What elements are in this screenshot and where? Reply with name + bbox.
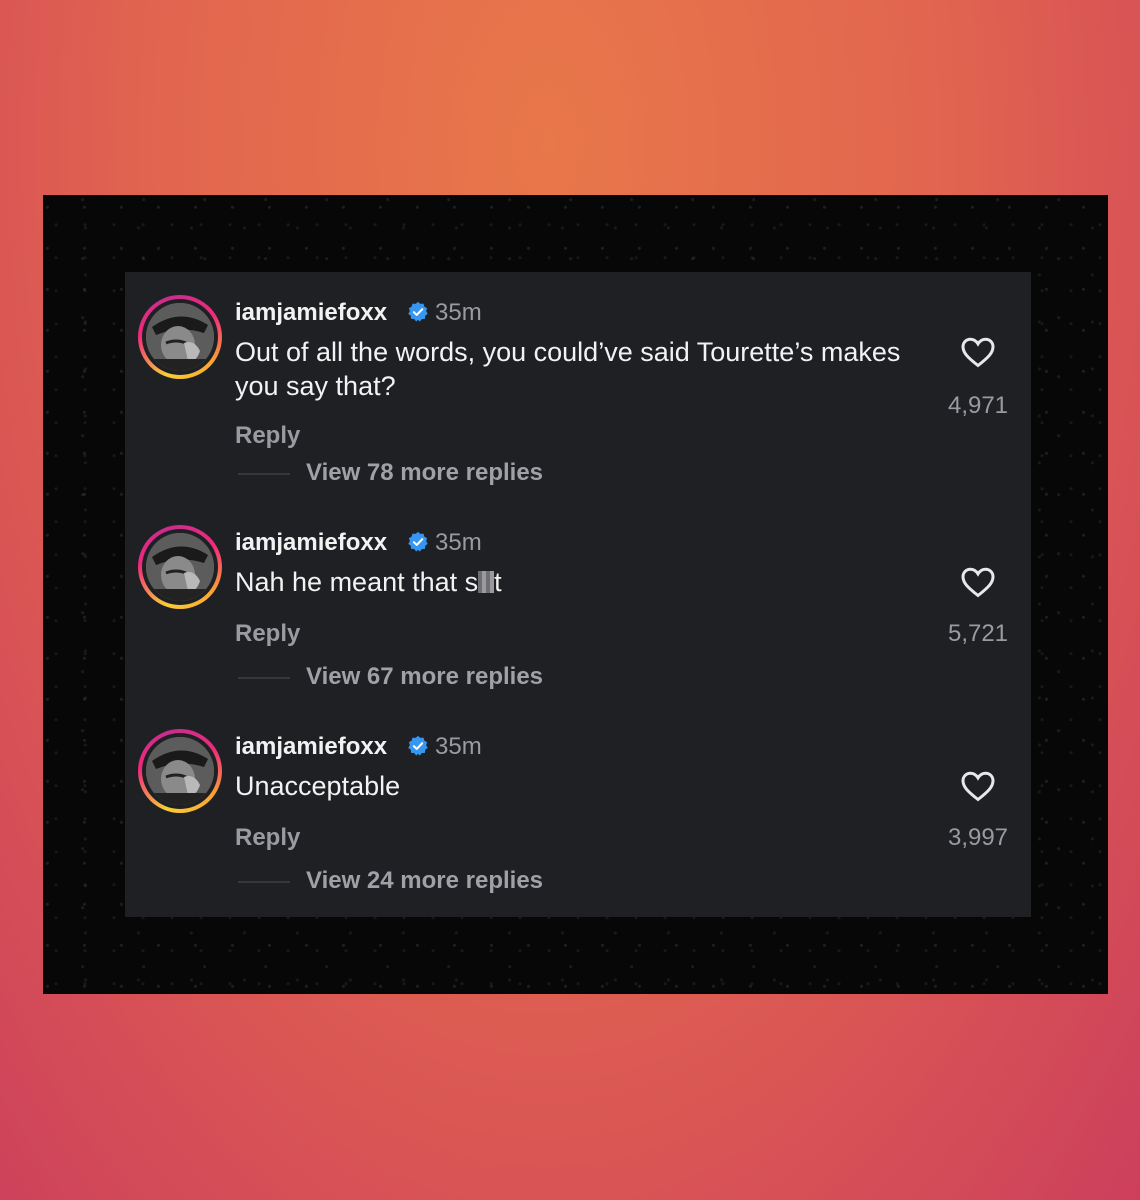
avatar-ring-gap: [142, 529, 218, 605]
view-replies-button[interactable]: View 67 more replies: [306, 663, 543, 691]
username[interactable]: iamjamiefoxx: [235, 299, 387, 327]
reply-button[interactable]: Reply: [235, 620, 300, 648]
like-count: 5,721: [947, 620, 1009, 647]
comment-1: iamjamiefoxx 35m Out of all the words, y…: [125, 272, 1031, 486]
comments-panel: iamjamiefoxx 35m Out of all the words, y…: [125, 272, 1031, 917]
comment-text-start: Nah he meant that s: [235, 567, 479, 597]
heart-outline-icon[interactable]: [960, 335, 996, 369]
comment-text-end: t: [494, 567, 502, 597]
thread-line: [238, 473, 290, 475]
avatar[interactable]: [138, 525, 222, 609]
avatar-photo: [146, 303, 214, 371]
verified-badge-icon: [408, 735, 428, 756]
avatar-ring-gap: [142, 299, 218, 375]
comment-text: Unacceptable: [235, 771, 401, 801]
comment-3: iamjamiefoxx 35m Unacceptable Reply View…: [125, 706, 1031, 896]
thread-line: [238, 881, 290, 883]
comment-time: 35m: [435, 299, 482, 326]
heart-outline-icon[interactable]: [960, 565, 996, 599]
reply-button[interactable]: Reply: [235, 422, 300, 450]
avatar-photo: [146, 737, 214, 805]
avatar[interactable]: [138, 729, 222, 813]
avatar[interactable]: [138, 295, 222, 379]
reply-button[interactable]: Reply: [235, 824, 300, 852]
verified-badge-icon: [408, 301, 428, 322]
comment-text: Nah he meant that s t: [235, 565, 935, 599]
censor-pixelation: [478, 571, 495, 593]
like-count: 3,997: [947, 824, 1009, 851]
comment-time: 35m: [435, 733, 482, 760]
username[interactable]: iamjamiefoxx: [235, 529, 387, 557]
avatar-ring-gap: [142, 733, 218, 809]
thread-line: [238, 677, 290, 679]
like-count: 4,971: [947, 392, 1009, 419]
comment-text: Out of all the words, you could’ve said …: [235, 337, 901, 401]
username[interactable]: iamjamiefoxx: [235, 733, 387, 761]
view-replies-button[interactable]: View 24 more replies: [306, 867, 543, 895]
heart-outline-icon[interactable]: [960, 769, 996, 803]
comment-2: iamjamiefoxx 35m Nah he meant that s t Re…: [125, 502, 1031, 692]
view-replies-button[interactable]: View 78 more replies: [306, 459, 543, 487]
verified-badge-icon: [408, 531, 428, 552]
avatar-photo: [146, 533, 214, 601]
comment-time: 35m: [435, 529, 482, 556]
